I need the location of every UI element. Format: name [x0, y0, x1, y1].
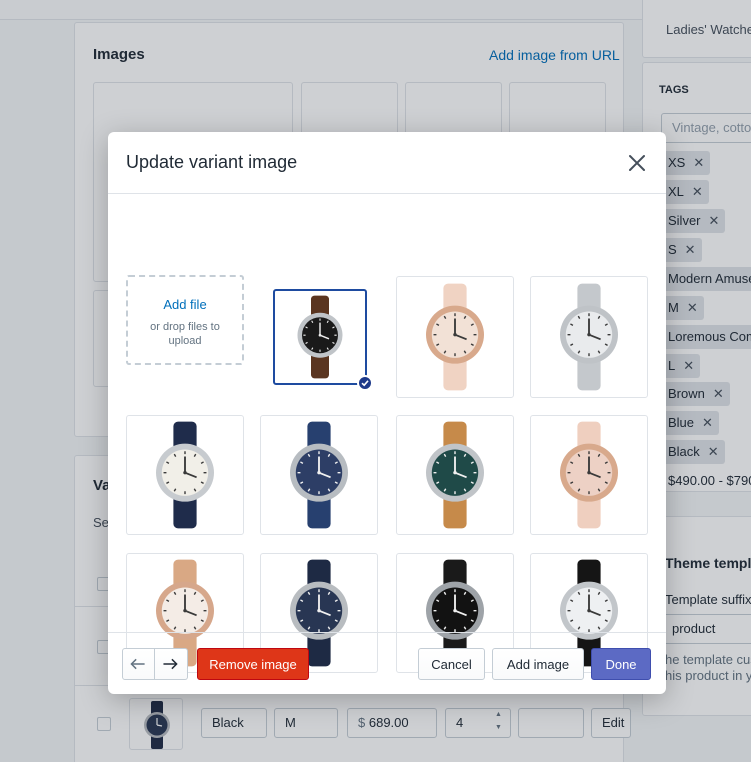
image-tile-white-navy-chrono[interactable] — [126, 415, 244, 535]
watch-image — [426, 283, 484, 391]
update-variant-image-modal: Update variant image Add file or drop fi… — [108, 132, 666, 694]
watch-image — [426, 421, 484, 529]
done-button[interactable]: Done — [591, 648, 651, 680]
image-grid: Add file or drop files to upload — [108, 195, 666, 673]
arrow-right-icon — [163, 658, 178, 670]
watch-image — [560, 421, 618, 529]
image-tile-fossil-brown-strap[interactable] — [273, 289, 367, 385]
watch-image — [156, 421, 214, 529]
next-button[interactable] — [155, 648, 188, 680]
dropzone-hint: or drop files to upload — [150, 321, 220, 347]
arrow-left-icon — [130, 658, 145, 670]
close-button[interactable] — [622, 148, 652, 178]
cancel-button[interactable]: Cancel — [418, 648, 485, 680]
modal-footer: Remove image Cancel Add image Done — [108, 632, 666, 694]
remove-image-button[interactable]: Remove image — [197, 648, 309, 680]
image-tile-rose-gold-pave[interactable] — [530, 415, 648, 535]
close-icon — [629, 155, 645, 171]
add-image-button[interactable]: Add image — [492, 648, 584, 680]
image-tile-rose-gold-chrono[interactable] — [396, 276, 514, 398]
add-file-link[interactable]: Add file — [128, 297, 242, 312]
file-dropzone[interactable]: Add file or drop files to upload — [126, 275, 244, 365]
modal-header: Update variant image — [108, 132, 666, 194]
watch-image — [560, 283, 618, 391]
image-tile-green-dial-tan-strap[interactable] — [396, 415, 514, 535]
previous-button[interactable] — [122, 648, 155, 680]
image-tile-blue-dial-leather[interactable] — [260, 415, 378, 535]
watch-image — [290, 421, 348, 529]
selected-check-icon — [357, 375, 373, 391]
image-tile-silver-d-link[interactable] — [530, 276, 648, 398]
watch-image — [297, 295, 343, 379]
modal-title: Update variant image — [126, 152, 298, 172]
